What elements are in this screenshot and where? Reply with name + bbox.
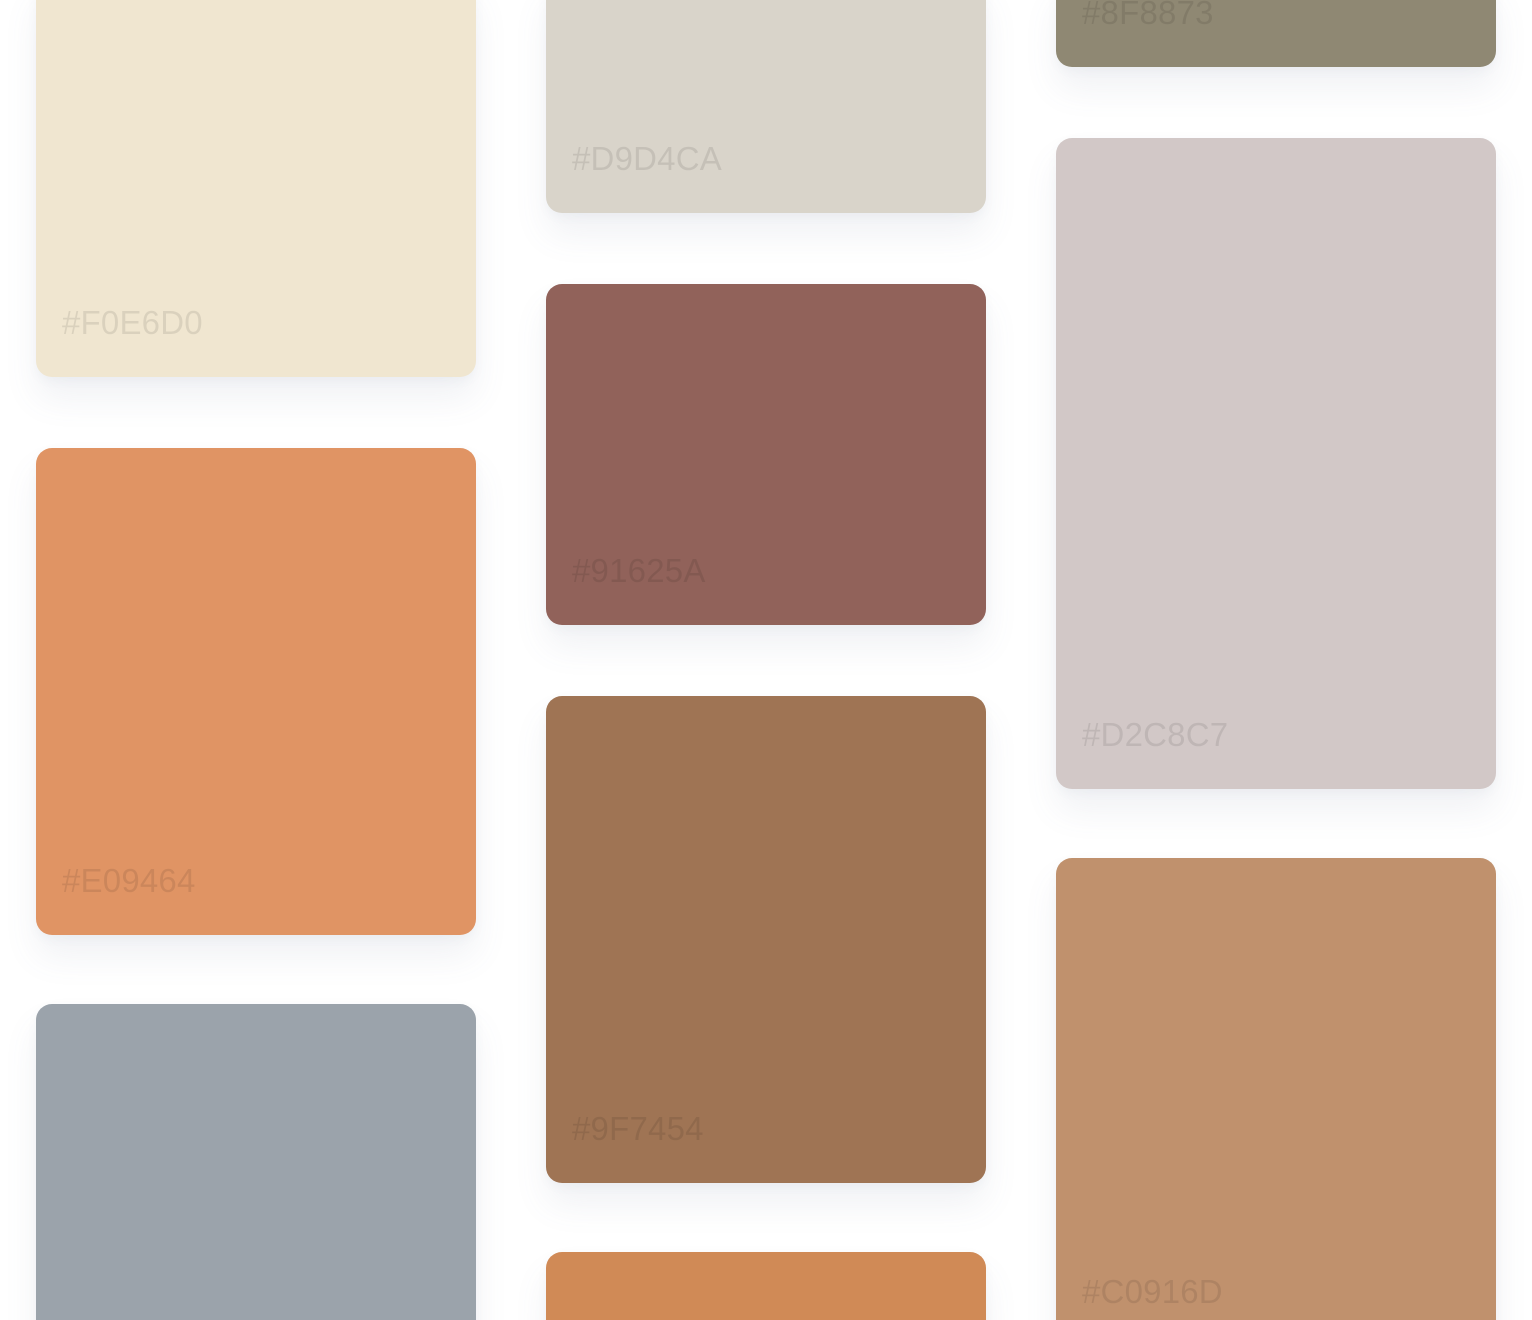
color-swatch[interactable]: #91625A [546, 284, 986, 625]
color-swatch[interactable]: #D9D4CA [546, 0, 986, 213]
swatch-hex-label: #8F8873 [1082, 0, 1214, 31]
color-swatch[interactable]: #E09464 [36, 448, 476, 935]
swatch-hex-label: #91625A [572, 552, 706, 589]
swatch-hex-label: #D2C8C7 [1082, 716, 1229, 753]
color-swatch[interactable]: #9F7454 [546, 696, 986, 1183]
palette-board: #F0E6D0 #E09464 #D9D4CA #91625A #9F7454 … [0, 0, 1532, 1320]
color-swatch[interactable]: #F0E6D0 [36, 0, 476, 377]
color-swatch[interactable]: #C0916D [1056, 858, 1496, 1320]
color-swatch[interactable] [36, 1004, 476, 1320]
color-swatch[interactable]: #D2C8C7 [1056, 138, 1496, 789]
swatch-hex-label: #D9D4CA [572, 140, 722, 177]
swatch-hex-label: #E09464 [62, 862, 196, 899]
swatch-hex-label: #F0E6D0 [62, 304, 203, 341]
swatch-hex-label: #C0916D [1082, 1273, 1223, 1310]
swatch-hex-label: #9F7454 [572, 1110, 704, 1147]
color-swatch[interactable]: #8F8873 [1056, 0, 1496, 67]
color-swatch[interactable] [546, 1252, 986, 1320]
